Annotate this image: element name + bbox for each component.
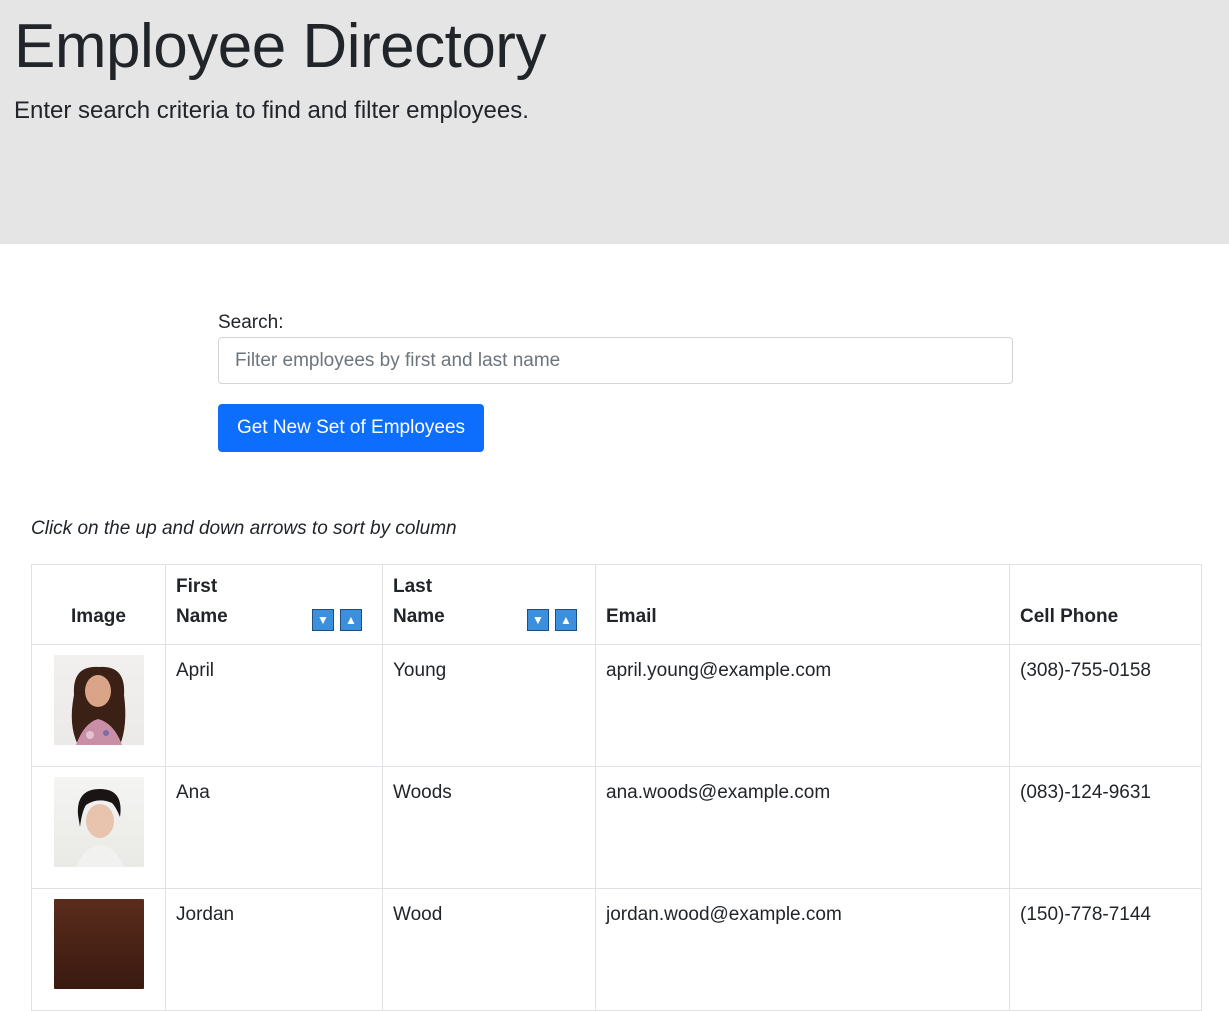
arrow-up-icon: ▲	[345, 613, 357, 627]
first-name-header-label-line2: Name	[176, 606, 228, 627]
table-row: April Young april.young@example.com (308…	[31, 644, 1202, 767]
employee-table: Image First Name ▼ ▲ Last Name ▼ ▲ Email…	[31, 564, 1202, 1011]
last-name-cell: Woods	[382, 766, 596, 889]
last-name-sort-controls: ▼ ▲	[527, 609, 577, 631]
cell-phone-cell: (308)-755-0158	[1009, 644, 1202, 767]
page-subtitle: Enter search criteria to find and filter…	[14, 97, 529, 124]
sort-first-name-ascending-button[interactable]: ▲	[340, 609, 362, 631]
employee-photo	[53, 777, 144, 867]
image-header-label: Image	[71, 606, 126, 627]
last-name-header-label-line1: Last	[393, 576, 433, 597]
first-name-cell: Jordan	[165, 888, 383, 1011]
arrow-down-icon: ▼	[532, 613, 544, 627]
arrow-down-icon: ▼	[317, 613, 329, 627]
table-row: Jordan Wood jordan.wood@example.com (150…	[31, 888, 1202, 1011]
search-label: Search:	[218, 312, 284, 333]
employee-photo	[53, 899, 144, 989]
search-input[interactable]	[218, 337, 1013, 384]
first-name-cell: Ana	[165, 766, 383, 889]
cell-phone-column-header: Cell Phone	[1009, 564, 1202, 645]
page-header: Employee Directory Enter search criteria…	[0, 0, 1229, 244]
last-name-cell: Wood	[382, 888, 596, 1011]
last-name-column-header: Last Name ▼ ▲	[382, 564, 596, 645]
email-header-label: Email	[606, 606, 657, 627]
sort-hint: Click on the up and down arrows to sort …	[31, 518, 457, 539]
email-cell: ana.woods@example.com	[595, 766, 1010, 889]
first-name-header-label-line1: First	[176, 576, 218, 597]
cell-phone-header-label: Cell Phone	[1020, 606, 1119, 627]
first-name-cell: April	[165, 644, 383, 767]
table-header-row: Image First Name ▼ ▲ Last Name ▼ ▲ Email…	[31, 564, 1202, 645]
get-new-employees-button[interactable]: Get New Set of Employees	[218, 404, 484, 452]
sort-last-name-ascending-button[interactable]: ▲	[555, 609, 577, 631]
image-cell	[31, 766, 166, 889]
email-cell: april.young@example.com	[595, 644, 1010, 767]
image-column-header: Image	[31, 564, 166, 645]
page-title: Employee Directory	[14, 12, 546, 81]
table-row: Ana Woods ana.woods@example.com (083)-12…	[31, 766, 1202, 889]
first-name-column-header: First Name ▼ ▲	[165, 564, 383, 645]
cell-phone-cell: (083)-124-9631	[1009, 766, 1202, 889]
email-cell: jordan.wood@example.com	[595, 888, 1010, 1011]
last-name-header-label-line2: Name	[393, 606, 445, 627]
last-name-cell: Young	[382, 644, 596, 767]
cell-phone-cell: (150)-778-7144	[1009, 888, 1202, 1011]
portrait-image	[71, 666, 125, 745]
sort-first-name-descending-button[interactable]: ▼	[312, 609, 334, 631]
image-cell	[31, 888, 166, 1011]
first-name-sort-controls: ▼ ▲	[312, 609, 362, 631]
arrow-up-icon: ▲	[560, 613, 572, 627]
employee-photo	[53, 655, 144, 745]
sort-last-name-descending-button[interactable]: ▼	[527, 609, 549, 631]
portrait-image	[75, 789, 124, 867]
email-column-header: Email	[595, 564, 1010, 645]
image-cell	[31, 644, 166, 767]
